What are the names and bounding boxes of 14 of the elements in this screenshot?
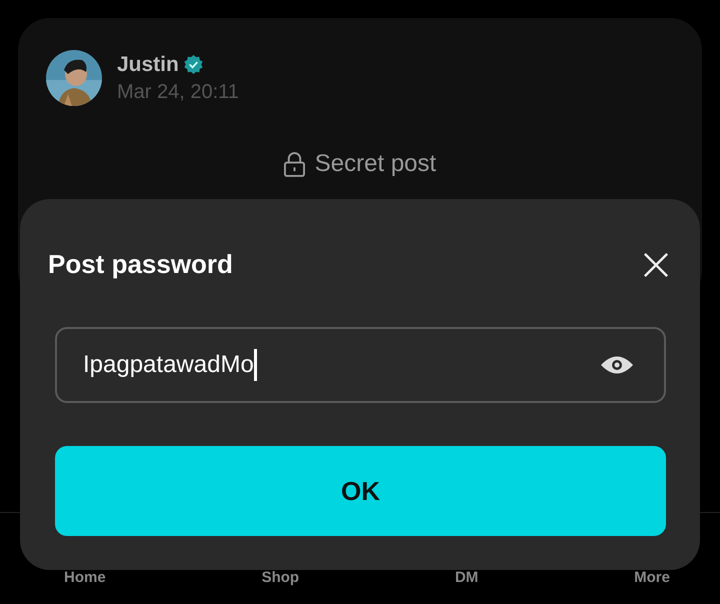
post-time: Mar 24, 20:11 [117,80,239,104]
password-text: IpagpatawadMo [83,351,254,379]
nav-tab[interactable]: Shop [262,569,300,587]
nav-tab[interactable]: Home [64,569,106,587]
secret-post-label[interactable]: Secret post [314,150,436,178]
lock-icon [284,152,305,176]
ok-button[interactable]: OK [55,446,666,536]
nav-tab[interactable]: More [634,569,670,587]
password-field[interactable]: IpagpatawadMo [55,327,666,403]
eye-icon[interactable] [600,354,634,376]
author-name: Justin [117,52,179,76]
close-icon[interactable] [643,252,669,278]
nav-tab[interactable]: DM [454,569,478,587]
dialog-title: Post password [48,249,233,280]
